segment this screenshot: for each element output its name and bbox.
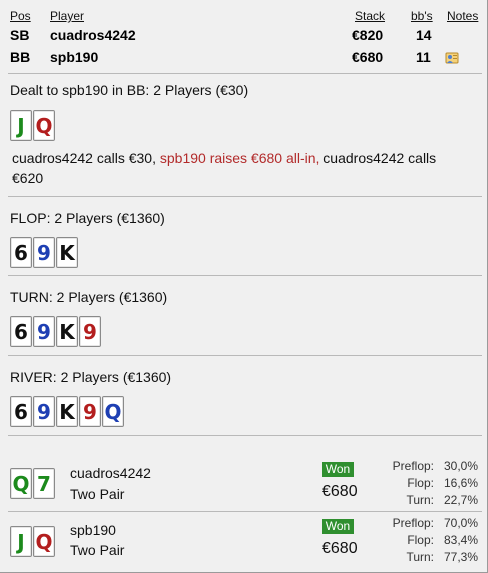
divider [8,511,482,512]
equity-label: Preflop: [392,516,434,530]
equity-label: Preflop: [392,459,434,473]
col-notes-header[interactable]: Notes [447,9,478,23]
showdown-cards: Q 7 [10,468,55,499]
showdown-cards: J Q [10,526,55,557]
card: Q [102,396,124,427]
divider [8,196,482,197]
col-pos-header[interactable]: Pos [10,9,31,23]
result-hand: Two Pair [70,542,125,558]
equity-preflop: 70,0% [443,516,478,530]
player-stack: €820 [352,27,384,43]
card: 9 [33,316,55,347]
card: Q [33,110,55,141]
user-note-icon[interactable] [445,51,459,65]
card: 6 [10,396,32,427]
equity-label: Flop: [407,476,434,490]
equity-label: Turn: [406,493,434,507]
flop-cards: 6 9 K [10,237,78,268]
action-call: cuadros4242 calls €30, [12,150,160,166]
player-pos: SB [10,27,30,43]
player-row[interactable]: BB spb190 €680 11 [10,49,484,67]
col-stack-header[interactable]: Stack [355,9,385,23]
divider [8,73,482,74]
hand-history-panel: Pos Player Stack bb's Notes SB cuadros42… [0,0,488,573]
result-hand: Two Pair [70,486,125,502]
result-player-name: spb190 [70,522,116,538]
card: 6 [10,316,32,347]
won-amount: €680 [322,540,358,557]
col-player-header[interactable]: Player [50,9,84,23]
divider [8,435,482,436]
won-badge: Won [322,519,354,534]
card: K [56,316,78,347]
equity-preflop: 30,0% [443,459,478,473]
player-bbs: 11 [416,49,431,65]
card: J [10,110,32,141]
won-badge: Won [322,462,354,477]
card: 9 [33,237,55,268]
action-raise: spb190 raises €680 all-in, [159,150,320,166]
won-amount: €680 [322,483,358,500]
equity-turn: 22,7% [443,493,478,507]
player-pos: BB [10,49,31,65]
equity-label: Flop: [407,533,434,547]
card: 6 [10,237,32,268]
col-bbs-header[interactable]: bb's [411,9,433,23]
player-name: spb190 [50,49,99,65]
turn-cards: 6 9 K 9 [10,316,101,347]
card: Q [33,526,55,557]
card: 9 [79,316,101,347]
equity-flop: 83,4% [443,533,478,547]
player-name: cuadros4242 [50,27,136,43]
card: K [56,396,78,427]
player-row[interactable]: SB cuadros4242 €820 14 [10,27,484,45]
river-title: RIVER: 2 Players (€1360) [10,369,172,385]
card: Q [10,468,32,499]
card: K [56,237,78,268]
card: J [10,526,32,557]
card: 9 [33,396,55,427]
preflop-actions: cuadros4242 calls €30, spb190 raises €68… [12,148,468,188]
divider [8,355,482,356]
river-cards: 6 9 K 9 Q [10,396,124,427]
divider [8,275,482,276]
equity-flop: 16,6% [443,476,478,490]
player-bbs: 14 [416,27,432,43]
result-player-name: cuadros4242 [70,465,151,481]
flop-title: FLOP: 2 Players (€1360) [10,210,165,226]
preflop-title: Dealt to spb190 in BB: 2 Players (€30) [10,82,249,98]
card: 7 [33,468,55,499]
hero-cards: J Q [10,110,55,141]
equity-turn: 77,3% [443,550,478,564]
equity-label: Turn: [406,550,434,564]
card: 9 [79,396,101,427]
turn-title: TURN: 2 Players (€1360) [10,289,168,305]
player-stack: €680 [352,49,384,65]
